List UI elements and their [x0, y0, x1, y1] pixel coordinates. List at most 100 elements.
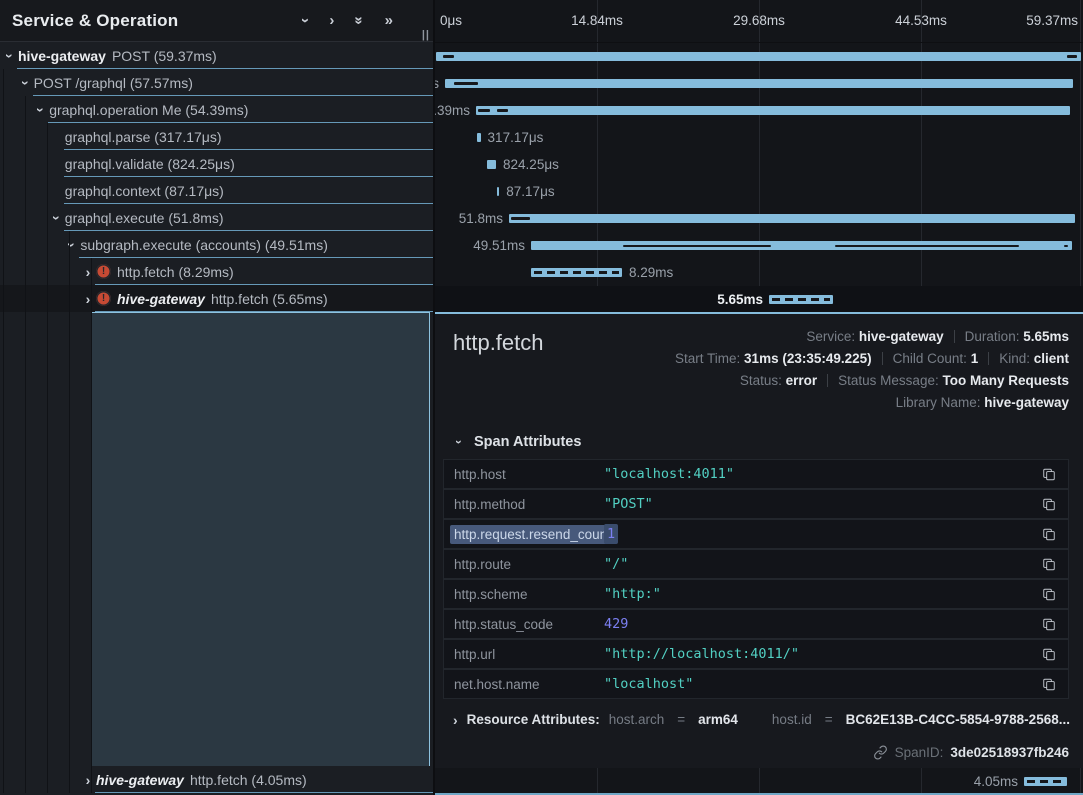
- link-icon[interactable]: [873, 745, 888, 760]
- tree-span-row[interactable]: ›POST /graphql (57.57ms): [0, 69, 433, 96]
- operation-name: http.fetch (5.65ms): [211, 291, 328, 307]
- timeline-span-row[interactable]: 824.25μs: [435, 151, 1083, 178]
- timeline-span-row[interactable]: 49.51ms: [435, 232, 1083, 259]
- span-name-label: !hive-gatewayhttp.fetch (5.65ms): [96, 291, 328, 307]
- tree-span-row[interactable]: graphql.parse (317.17μs): [0, 123, 433, 150]
- meta-label: Status Message:: [838, 373, 942, 388]
- tree-span-row[interactable]: ›hive-gatewayhttp.fetch (4.05ms): [0, 766, 433, 793]
- meta-divider: [882, 352, 883, 365]
- resource-attributes-row[interactable]: ›Resource Attributes:host.arch=arm64host…: [435, 699, 1083, 727]
- child-span-mark: [478, 109, 490, 112]
- operation-name: graphql.operation Me (54.39ms): [49, 102, 248, 118]
- service-name: hive-gateway: [96, 772, 184, 788]
- tree-span-row[interactable]: ›subgraph.execute (accounts) (49.51ms): [0, 231, 433, 258]
- span-duration-bar[interactable]: [477, 133, 481, 142]
- tree-span-row[interactable]: ›!http.fetch (8.29ms): [0, 258, 433, 285]
- attribute-key: http.scheme: [454, 587, 604, 602]
- span-duration-label: 57.57ms: [435, 76, 439, 91]
- attribute-value: "http://localhost:4011/": [604, 646, 799, 662]
- span-meta-line: Service: hive-gatewayDuration: 5.65ms: [675, 326, 1069, 348]
- indent-guide: [25, 96, 26, 793]
- attribute-row: http.route"/": [444, 550, 1068, 578]
- timeline-span-row[interactable]: 5.65ms: [435, 286, 1083, 313]
- operation-name: http.fetch (8.29ms): [117, 264, 234, 280]
- timeline-span-row[interactable]: 87.17μs: [435, 178, 1083, 205]
- span-duration-bar[interactable]: [497, 187, 499, 196]
- span-attributes-header[interactable]: › Span Attributes: [435, 414, 1083, 450]
- span-duration-label: 5.65ms: [717, 292, 763, 307]
- child-span-mark: [1067, 55, 1077, 58]
- tree-span-row[interactable]: ›graphql.execute (51.8ms): [0, 204, 433, 231]
- span-id-label: SpanID:: [895, 745, 944, 760]
- copy-icon[interactable]: [1040, 525, 1058, 543]
- chevron-down-icon[interactable]: ›: [19, 77, 33, 89]
- copy-icon[interactable]: [1040, 645, 1058, 663]
- span-duration-bar[interactable]: [436, 52, 1081, 61]
- span-name-label: !http.fetch (8.29ms): [96, 264, 234, 280]
- timeline-span-row[interactable]: 54.39ms: [435, 97, 1083, 124]
- expand-all-icon[interactable]: »: [385, 13, 393, 28]
- meta-label: Child Count:: [893, 351, 971, 366]
- timeline-span-row[interactable]: 317.17μs: [435, 124, 1083, 151]
- chevron-down-icon[interactable]: ›: [3, 50, 17, 62]
- span-duration-label: 317.17μs: [488, 130, 544, 145]
- collapse-all-icon[interactable]: »: [352, 16, 367, 24]
- child-span-mark: [623, 245, 771, 247]
- indent-guide: [69, 231, 70, 793]
- tree-span-row[interactable]: graphql.validate (824.25μs): [0, 150, 433, 177]
- chevron-right-icon[interactable]: ›: [82, 292, 94, 306]
- meta-value: 5.65ms: [1023, 329, 1069, 344]
- row-separator: [95, 792, 433, 793]
- span-name-label: hive-gatewayPOST (59.37ms): [18, 48, 217, 64]
- span-id: SpanID: 3de02518937fb246: [873, 745, 1069, 760]
- tree-span-row[interactable]: ›!hive-gatewayhttp.fetch (5.65ms): [0, 285, 433, 312]
- operation-name: subgraph.execute (accounts) (49.51ms): [80, 237, 327, 253]
- expand-one-icon[interactable]: ›: [329, 13, 334, 28]
- indent-guide: [47, 123, 48, 793]
- tree-header: Service & Operation ››»» ||: [0, 0, 433, 42]
- span-duration-bar[interactable]: [476, 106, 1070, 115]
- span-name-label: graphql.execute (51.8ms): [65, 210, 224, 226]
- copy-icon[interactable]: [1040, 585, 1058, 603]
- span-attributes-table: http.host"localhost:4011" http.method"PO…: [443, 459, 1069, 699]
- span-duration-bar[interactable]: [769, 295, 833, 304]
- panel-resize-handle[interactable]: ||: [422, 29, 430, 41]
- tree-span-row[interactable]: ›graphql.operation Me (54.39ms): [0, 96, 433, 123]
- span-duration-bar[interactable]: [509, 214, 1075, 223]
- attribute-row: http.request.resend_count1: [444, 520, 1068, 548]
- timeline-span-row[interactable]: 8.29ms: [435, 259, 1083, 286]
- chevron-right-icon[interactable]: ›: [82, 265, 94, 279]
- tree-span-row[interactable]: graphql.context (87.17μs): [0, 177, 433, 204]
- timeline-span-row[interactable]: [435, 43, 1083, 70]
- timeline-span-row[interactable]: 51.8ms: [435, 205, 1083, 232]
- chevron-right-icon[interactable]: ›: [82, 773, 94, 787]
- ruler-tick-label: 29.68ms: [733, 13, 785, 28]
- tree-span-row[interactable]: ›hive-gatewayPOST (59.37ms): [0, 42, 433, 69]
- copy-icon[interactable]: [1040, 555, 1058, 573]
- meta-value: hive-gateway: [984, 395, 1069, 410]
- meta-value: hive-gateway: [859, 329, 944, 344]
- chevron-down-icon[interactable]: ›: [50, 212, 64, 224]
- span-duration-bar[interactable]: [487, 160, 496, 169]
- error-icon: !: [96, 291, 111, 306]
- chevron-down-icon[interactable]: ›: [34, 104, 48, 116]
- copy-icon[interactable]: [1040, 675, 1058, 693]
- copy-icon[interactable]: [1040, 615, 1058, 633]
- equals-sign: =: [821, 712, 837, 727]
- operation-name: POST /graphql (57.57ms): [34, 75, 193, 91]
- selected-span-expanded-region: [91, 312, 430, 766]
- copy-icon[interactable]: [1040, 465, 1058, 483]
- span-duration-label: 51.8ms: [459, 211, 503, 226]
- row-separator: [95, 311, 433, 312]
- copy-icon[interactable]: [1040, 495, 1058, 513]
- chevron-down-icon[interactable]: ›: [65, 239, 79, 251]
- meta-value: 31ms (23:35:49.225): [744, 351, 872, 366]
- span-duration-bar[interactable]: [445, 79, 1073, 88]
- timeline-span-row[interactable]: 4.05ms: [435, 768, 1083, 795]
- attribute-row: http.method"POST": [444, 490, 1068, 518]
- collapse-one-icon[interactable]: ›: [298, 18, 313, 23]
- timeline-span-row[interactable]: 57.57ms: [435, 70, 1083, 97]
- span-duration-bar[interactable]: [1024, 777, 1067, 786]
- attribute-key: http.url: [454, 647, 604, 662]
- span-duration-bar[interactable]: [531, 268, 622, 277]
